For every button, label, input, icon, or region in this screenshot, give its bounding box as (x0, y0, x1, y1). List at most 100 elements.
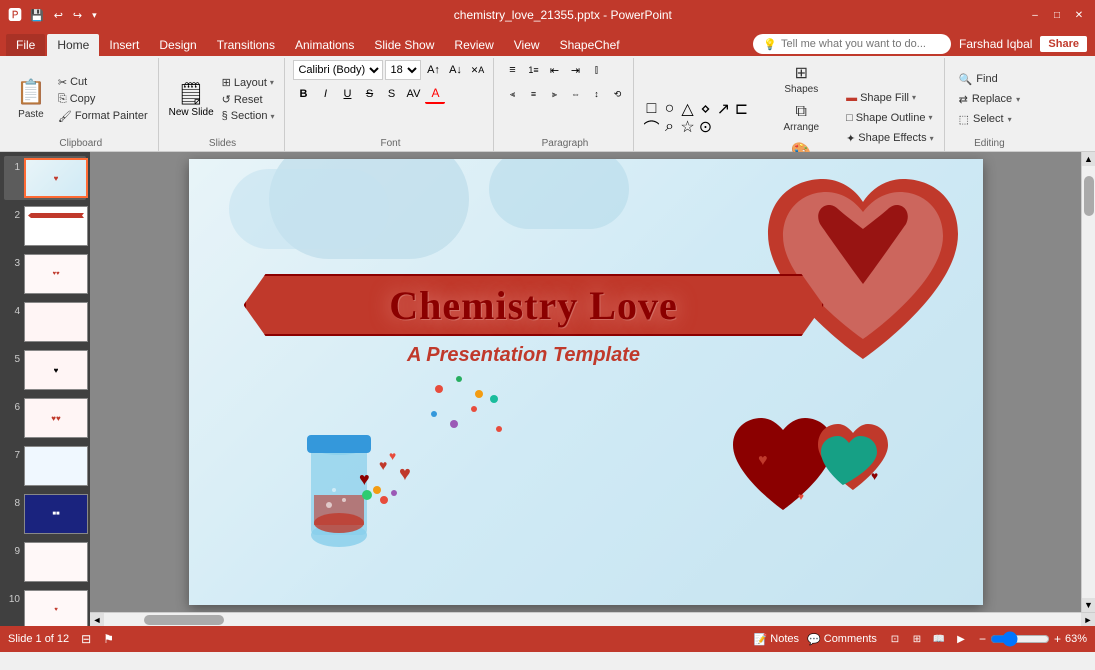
font-family-select[interactable]: Calibri (Body) (293, 60, 383, 80)
char-spacing-button[interactable]: AV (403, 84, 423, 104)
shape-option-9[interactable]: ☆ (678, 118, 696, 136)
align-right-btn[interactable]: ⫸ (544, 84, 564, 104)
slide-thumb-4[interactable]: 4 (4, 300, 86, 344)
font-color-btn[interactable]: A (425, 84, 445, 104)
font-size-select[interactable]: 18 (385, 60, 421, 80)
underline-button[interactable]: U (337, 84, 357, 104)
shape-option-3[interactable]: △ (678, 100, 696, 118)
minimize-btn[interactable]: – (1027, 7, 1043, 23)
paste-button[interactable]: 📋 Paste (10, 74, 52, 124)
text-shadow-button[interactable]: S (381, 84, 401, 104)
shape-option-5[interactable]: ↗ (714, 100, 732, 118)
find-button[interactable]: 🔍 Find (953, 71, 1027, 88)
scroll-h-track[interactable] (104, 613, 1081, 626)
undo-quickaccess[interactable]: ↩ (52, 9, 65, 22)
shape-fill-button[interactable]: ▬ Shape Fill ▾ (842, 90, 938, 106)
clear-format-btn[interactable]: ✕A (467, 60, 487, 80)
shape-option-4[interactable]: ⋄ (696, 100, 714, 118)
redo-quickaccess[interactable]: ↪ (71, 9, 84, 22)
scroll-up-btn[interactable]: ▲ (1082, 152, 1095, 166)
maximize-btn[interactable]: □ (1049, 7, 1065, 23)
slide-3-thumbnail: ♥♥ (24, 254, 88, 294)
shape-option-2[interactable]: ○ (660, 100, 678, 118)
slide-thumb-9[interactable]: 9 (4, 540, 86, 584)
zoom-slider[interactable] (990, 631, 1050, 647)
scroll-v-thumb[interactable] (1084, 176, 1094, 216)
tell-me-input[interactable] (781, 38, 941, 50)
format-painter-button[interactable]: 🖌 Format Painter (54, 109, 152, 124)
select-button[interactable]: ⬚ Select ▾ (953, 111, 1027, 128)
slide-thumb-5[interactable]: 5 ♥ (4, 348, 86, 392)
slide-thumb-8[interactable]: 8 ■■ (4, 492, 86, 536)
tab-slideshow[interactable]: Slide Show (364, 34, 444, 56)
shape-effects-button[interactable]: ✦ Shape Effects ▾ (842, 130, 938, 147)
horizontal-scrollbar[interactable]: ◄ ► (90, 612, 1095, 626)
slide-thumb-6[interactable]: 6 ♥♥ (4, 396, 86, 440)
cut-button[interactable]: ✂ Cut (54, 75, 152, 90)
customize-quickaccess[interactable]: ▾ (90, 10, 99, 21)
bold-button[interactable]: B (293, 84, 313, 104)
slide-thumb-7[interactable]: 7 (4, 444, 86, 488)
columns-button[interactable]: ⫿ (586, 60, 606, 80)
slide-5-thumbnail: ♥ (24, 350, 88, 390)
shape-option-7[interactable]: ⌒ (642, 118, 660, 136)
decrease-indent-btn[interactable]: ⇤ (544, 60, 564, 80)
shape-outline-button[interactable]: □ Shape Outline ▾ (842, 110, 938, 126)
save-quickaccess[interactable]: 💾 (28, 9, 46, 22)
tell-me-box[interactable]: 💡 (753, 34, 951, 54)
shape-option-10[interactable]: ⊙ (696, 118, 714, 136)
zoom-out-btn[interactable]: − (979, 632, 986, 646)
slide-thumb-10[interactable]: 10 ♥ (4, 588, 86, 626)
tab-file[interactable]: File (6, 34, 45, 56)
replace-button[interactable]: ⇄ Replace ▾ (953, 91, 1027, 108)
tab-insert[interactable]: Insert (99, 34, 149, 56)
close-btn[interactable]: ✕ (1071, 7, 1087, 23)
bullets-button[interactable]: ≡ (502, 60, 522, 80)
shapes-button[interactable]: ⊞ Shapes (768, 60, 834, 98)
canvas-area[interactable]: Chemistry Love A Presentation Template (90, 152, 1081, 612)
zoom-in-btn[interactable]: + (1054, 632, 1061, 646)
tab-transitions[interactable]: Transitions (207, 34, 285, 56)
layout-button[interactable]: ⊞ Layout ▾ (218, 75, 279, 90)
slide-thumb-3[interactable]: 3 ♥♥ (4, 252, 86, 296)
align-center-btn[interactable]: ≡ (523, 84, 543, 104)
reset-button[interactable]: ↺ Reset (218, 92, 279, 107)
line-spacing-btn[interactable]: ↕ (586, 84, 606, 104)
notes-button[interactable]: 📝 Notes (754, 633, 799, 646)
shape-option-6[interactable]: ⊏ (732, 100, 750, 118)
decrease-font-btn[interactable]: A↓ (445, 60, 465, 80)
scroll-v-track[interactable] (1082, 166, 1095, 598)
tab-review[interactable]: Review (444, 34, 503, 56)
arrange-button[interactable]: ⧉ Arrange (768, 100, 834, 136)
vertical-scrollbar[interactable]: ▲ ▼ (1081, 152, 1095, 612)
section-button[interactable]: § Section ▾ (218, 109, 279, 123)
tab-view[interactable]: View (504, 34, 550, 56)
scroll-right-btn[interactable]: ► (1081, 613, 1095, 627)
tab-design[interactable]: Design (149, 34, 206, 56)
tab-home[interactable]: Home (47, 34, 99, 56)
reading-view-btn[interactable]: 📖 (929, 629, 949, 649)
increase-indent-btn[interactable]: ⇥ (565, 60, 585, 80)
normal-view-btn[interactable]: ⊡ (885, 629, 905, 649)
tab-animations[interactable]: Animations (285, 34, 364, 56)
slide-thumb-2[interactable]: 2 (4, 204, 86, 248)
slide-thumb-1[interactable]: 1 ♥ (4, 156, 86, 200)
strikethrough-button[interactable]: S (359, 84, 379, 104)
italic-button[interactable]: I (315, 84, 335, 104)
new-slide-button[interactable]: 🗒 New Slide (167, 79, 216, 120)
shape-option-8[interactable]: ⌕ (660, 118, 678, 136)
copy-button[interactable]: ⎘ Copy (54, 92, 152, 107)
scroll-down-btn[interactable]: ▼ (1082, 598, 1095, 612)
numbering-button[interactable]: 1≡ (523, 60, 543, 80)
slide-sorter-btn[interactable]: ⊞ (907, 629, 927, 649)
tab-shapechef[interactable]: ShapeChef (550, 34, 630, 56)
align-left-btn[interactable]: ⫷ (502, 84, 522, 104)
justify-btn[interactable]: ⇔ (565, 84, 585, 104)
share-button[interactable]: Share (1040, 36, 1087, 52)
slideshow-view-btn[interactable]: ▶ (951, 629, 971, 649)
comments-button[interactable]: 💬 Comments (807, 633, 877, 646)
scroll-left-btn[interactable]: ◄ (90, 613, 104, 627)
scroll-h-thumb[interactable] (144, 615, 224, 625)
text-direction-btn[interactable]: ⟲ (607, 84, 627, 104)
increase-font-btn[interactable]: A↑ (423, 60, 443, 80)
